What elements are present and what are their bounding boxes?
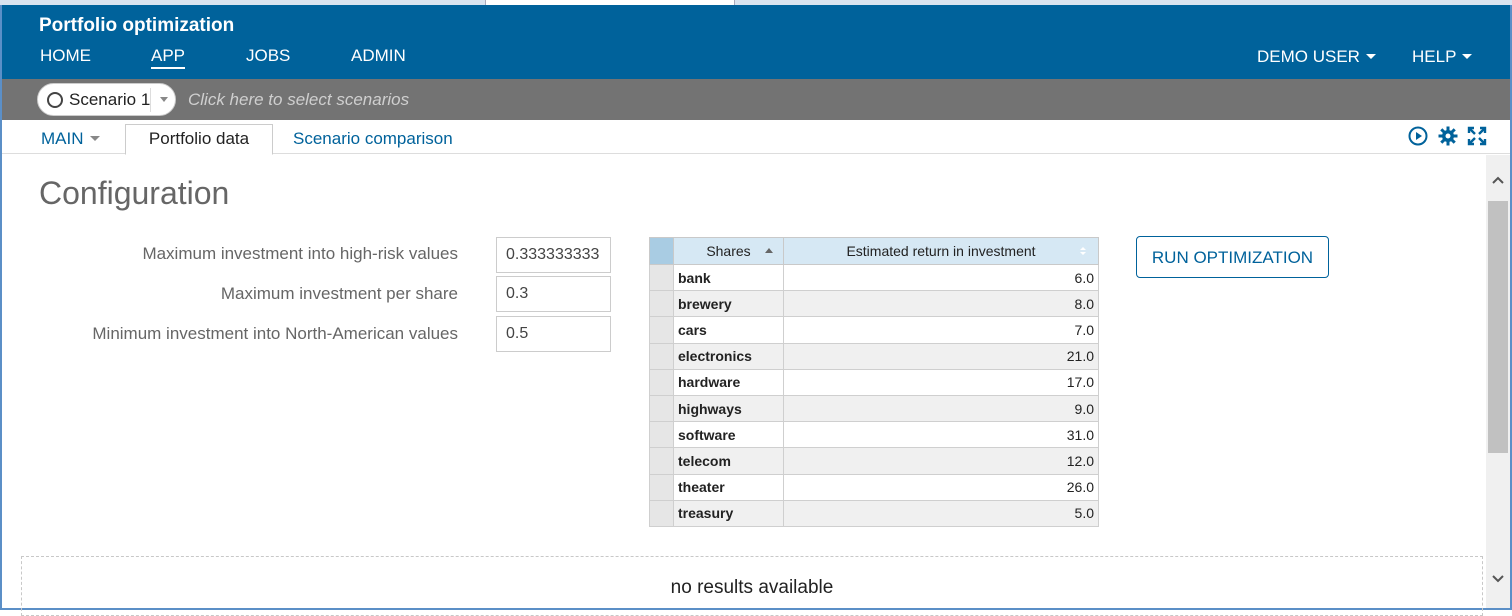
- gear-icon[interactable]: [1438, 126, 1458, 146]
- return-cell[interactable]: 8.0: [783, 290, 1099, 318]
- param-label-per-share: Maximum investment per share: [220, 284, 458, 303]
- tab-portfolio-data[interactable]: Portfolio data: [125, 124, 273, 155]
- row-header[interactable]: [649, 316, 674, 344]
- share-cell[interactable]: cars: [673, 316, 784, 344]
- app-header: Portfolio optimization HOME APP JOBS ADM…: [2, 5, 1510, 79]
- share-cell[interactable]: hardware: [673, 368, 784, 396]
- main-content: Configuration Maximum investment into hi…: [2, 155, 1486, 616]
- radio-circle-icon: [47, 92, 63, 108]
- table-row[interactable]: cars 7.0: [649, 316, 1099, 344]
- share-cell[interactable]: theater: [673, 473, 784, 501]
- divider: [150, 88, 151, 112]
- return-cell[interactable]: 21.0: [783, 342, 1099, 370]
- chevron-down-icon: [1462, 53, 1473, 59]
- row-header[interactable]: [649, 447, 674, 475]
- user-menu-label: DEMO USER: [1257, 47, 1360, 66]
- scrollbar-thumb[interactable]: [1488, 201, 1508, 453]
- row-header[interactable]: [649, 421, 674, 449]
- main-menu-label: MAIN: [41, 129, 84, 148]
- return-cell[interactable]: 6.0: [783, 263, 1099, 292]
- share-cell[interactable]: electronics: [673, 342, 784, 370]
- column-header-label: Estimated return in investment: [846, 243, 1036, 259]
- scenario-selector[interactable]: Scenario 1: [37, 83, 176, 116]
- column-header-label: Shares: [706, 243, 751, 259]
- share-cell[interactable]: brewery: [673, 290, 784, 318]
- user-menu[interactable]: DEMO USER: [1257, 47, 1376, 67]
- table-row[interactable]: electronics 21.0: [649, 342, 1099, 370]
- page-title: Configuration: [39, 175, 230, 211]
- results-empty-message: no results available: [670, 577, 834, 598]
- help-menu[interactable]: HELP: [1412, 47, 1473, 67]
- high-risk-input[interactable]: 0.333333333: [496, 237, 611, 273]
- nav-jobs[interactable]: JOBS: [246, 46, 290, 66]
- chevron-down-icon: [89, 135, 100, 141]
- share-cell[interactable]: highways: [673, 394, 784, 423]
- row-header[interactable]: [649, 290, 674, 318]
- param-label-north-american: Minimum investment into North-American v…: [92, 324, 458, 343]
- nav-app[interactable]: APP: [151, 46, 186, 69]
- results-panel: no results available: [21, 556, 1483, 616]
- help-menu-label: HELP: [1412, 47, 1457, 66]
- param-label-high-risk: Maximum investment into high-risk values: [142, 244, 458, 263]
- fullscreen-icon[interactable]: [1467, 126, 1487, 146]
- shares-table: Shares Estimated return in investment ba…: [649, 237, 1099, 527]
- share-cell[interactable]: treasury: [673, 499, 784, 527]
- row-header[interactable]: [649, 263, 674, 292]
- return-cell[interactable]: 9.0: [783, 394, 1099, 423]
- share-cell[interactable]: bank: [673, 263, 784, 292]
- column-header-return[interactable]: Estimated return in investment: [783, 237, 1099, 265]
- chevron-down-icon: [1365, 53, 1376, 59]
- table-row[interactable]: telecom 12.0: [649, 447, 1099, 475]
- play-icon[interactable]: [1408, 126, 1428, 146]
- table-header-row: Shares Estimated return in investment: [649, 237, 1099, 265]
- return-cell[interactable]: 7.0: [783, 316, 1099, 344]
- row-header[interactable]: [649, 368, 674, 396]
- scenario-name: Scenario 1: [69, 90, 151, 109]
- column-header-shares[interactable]: Shares: [673, 237, 784, 265]
- north-american-input[interactable]: 0.5: [496, 316, 611, 352]
- scroll-up-icon[interactable]: [1492, 175, 1504, 187]
- table-row[interactable]: highways 9.0: [649, 394, 1099, 423]
- app-title: Portfolio optimization: [39, 15, 235, 36]
- return-cell[interactable]: 17.0: [783, 368, 1099, 396]
- share-cell[interactable]: telecom: [673, 447, 784, 475]
- share-cell[interactable]: software: [673, 421, 784, 449]
- nav-admin[interactable]: ADMIN: [351, 46, 406, 66]
- return-cell[interactable]: 26.0: [783, 473, 1099, 501]
- table-row[interactable]: software 31.0: [649, 421, 1099, 449]
- table-row[interactable]: bank 6.0: [649, 263, 1099, 292]
- table-corner[interactable]: [649, 237, 674, 265]
- main-menu[interactable]: MAIN: [41, 129, 100, 149]
- return-cell[interactable]: 12.0: [783, 447, 1099, 475]
- table-row[interactable]: treasury 5.0: [649, 499, 1099, 527]
- view-tabs: MAIN Portfolio data Scenario comparison: [2, 120, 1510, 155]
- vertical-scrollbar[interactable]: [1486, 155, 1510, 608]
- row-header[interactable]: [649, 499, 674, 527]
- run-optimization-button[interactable]: RUN OPTIMIZATION: [1136, 236, 1329, 278]
- table-row[interactable]: theater 26.0: [649, 473, 1099, 501]
- chevron-down-icon[interactable]: [160, 97, 168, 102]
- table-row[interactable]: brewery 8.0: [649, 290, 1099, 318]
- sort-icon: [1080, 247, 1086, 255]
- tab-scenario-comparison[interactable]: Scenario comparison: [293, 129, 453, 149]
- scroll-down-icon[interactable]: [1492, 572, 1504, 584]
- per-share-input[interactable]: 0.3: [496, 276, 611, 312]
- return-cell[interactable]: 5.0: [783, 499, 1099, 527]
- scenario-bar: Scenario 1 Click here to select scenario…: [2, 79, 1510, 120]
- scenario-search-placeholder[interactable]: Click here to select scenarios: [188, 90, 409, 110]
- table-row[interactable]: hardware 17.0: [649, 368, 1099, 396]
- row-header[interactable]: [649, 342, 674, 370]
- nav-home[interactable]: HOME: [40, 46, 91, 66]
- row-header[interactable]: [649, 394, 674, 423]
- return-cell[interactable]: 31.0: [783, 421, 1099, 449]
- sort-ascending-icon: [765, 248, 773, 253]
- row-header[interactable]: [649, 473, 674, 501]
